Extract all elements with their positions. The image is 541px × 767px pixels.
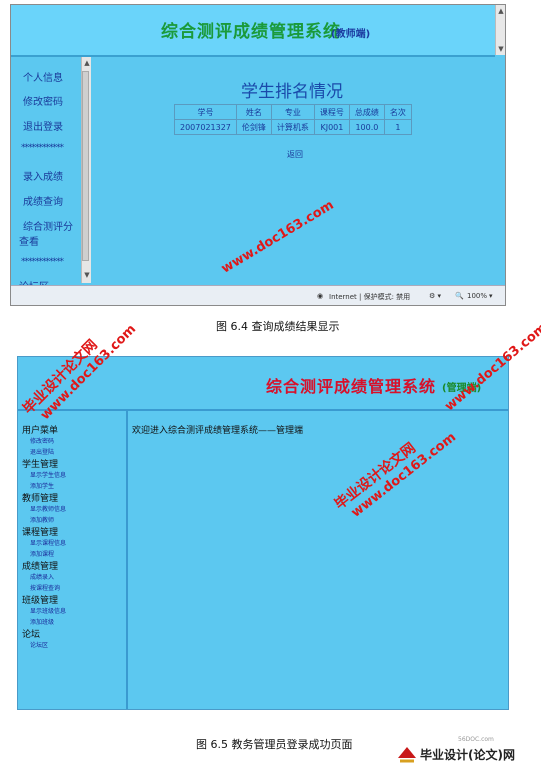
admin-home-screenshot: 综合测评成绩管理系统 (管理端) 用户菜单 修改密码 退出登陆 学生管理 显示学…	[17, 356, 509, 710]
chevron-down-icon[interactable]: ▾	[489, 292, 493, 300]
system-subtitle: (教师端)	[331, 29, 371, 40]
menu-show-classes[interactable]: 显示班级信息	[30, 606, 66, 615]
column-header: 专业	[270, 104, 315, 120]
nav-enter-grades[interactable]: 录入成绩	[23, 168, 63, 183]
table-cell: KJ001	[313, 119, 350, 135]
menu-show-students[interactable]: 显示学生信息	[30, 470, 66, 479]
menu-add-teacher[interactable]: 添加教师	[30, 515, 54, 524]
nav-logout[interactable]: 退出登录	[23, 118, 63, 133]
menu-query-by-course[interactable]: 按课程查询	[30, 583, 60, 592]
table-cell: 计算机系	[270, 119, 315, 135]
menu-change-password[interactable]: 修改密码	[30, 436, 54, 445]
teacher-query-screenshot: 综合测评成绩管理系统 (教师端) ▲ ▼ 个人信息 修改密码 退出登录 ****…	[10, 4, 506, 306]
browser-status-bar: ◉ Internet | 保护模式: 禁用 ⚙ ▾ 🔍 100% ▾	[11, 285, 505, 305]
scroll-up-icon[interactable]: ▲	[83, 59, 91, 67]
menu-add-course[interactable]: 添加课程	[30, 549, 54, 558]
nav-grade-query[interactable]: 成绩查询	[23, 193, 63, 208]
header-scrollbar[interactable]: ▲ ▼	[495, 5, 505, 55]
system-title: 综合测评成绩管理系统	[266, 377, 437, 396]
menu-teacher: 教师管理	[22, 494, 59, 504]
column-header: 名次	[383, 104, 412, 120]
menu-course: 课程管理	[22, 528, 59, 538]
ranking-table: 学号 姓名 专业 课程号 总成绩 名次 2007021327 伦剑锋 计算机系 …	[174, 104, 412, 135]
menu-logout[interactable]: 退出登陆	[30, 447, 54, 456]
menu-grade: 成绩管理	[22, 562, 59, 572]
menu-forum-area[interactable]: 论坛区	[30, 640, 48, 649]
globe-icon: ◉	[317, 292, 324, 300]
table-cell: 伦剑锋	[235, 119, 272, 135]
system-title: 综合测评成绩管理系统	[161, 22, 341, 42]
scroll-down-icon[interactable]: ▼	[497, 45, 505, 53]
column-header: 课程号	[313, 104, 350, 120]
security-zone[interactable]: Internet | 保护模式: 禁用	[329, 292, 410, 302]
figure-caption: 图 6.5 教务管理员登录成功页面	[196, 738, 353, 751]
nav-eval-score[interactable]: 综合测评分	[23, 218, 73, 233]
table-cell: 1	[383, 119, 412, 135]
logo-text: 毕业设计(论文)网	[420, 748, 515, 762]
scroll-up-icon[interactable]: ▲	[497, 7, 505, 15]
nav-personal-info[interactable]: 个人信息	[23, 69, 63, 84]
zoom-level[interactable]: 100%	[467, 292, 487, 300]
figure-caption: 图 6.4 查询成绩结果显示	[216, 320, 340, 333]
scroll-down-icon[interactable]: ▼	[83, 271, 91, 279]
column-header: 学号	[174, 104, 237, 120]
sidebar-nav: 个人信息 修改密码 退出登录 ************ 录入成绩 成绩查询 综合…	[11, 57, 85, 293]
site-logo: 56DOC.com 毕业设计(论文)网	[396, 736, 536, 766]
zoom-icon[interactable]: 🔍	[455, 292, 464, 300]
menu-add-student[interactable]: 添加学生	[30, 481, 54, 490]
menu-student: 学生管理	[22, 460, 59, 470]
table-cell: 100.0	[348, 119, 385, 135]
app-header: 综合测评成绩管理系统 (教师端)	[11, 5, 495, 57]
sidebar-nav: 用户菜单 修改密码 退出登陆 学生管理 显示学生信息 添加学生 教师管理 显示教…	[18, 411, 128, 709]
nav-change-password[interactable]: 修改密码	[23, 93, 63, 108]
menu-class: 班级管理	[22, 596, 59, 606]
table-header-row: 学号 姓名 专业 课程号 总成绩 名次	[174, 104, 412, 120]
column-header: 总成绩	[348, 104, 385, 120]
nav-divider: ************	[21, 143, 64, 153]
menu-forum: 论坛	[22, 630, 41, 640]
nav-eval-view[interactable]: 查看	[19, 233, 39, 248]
logo-icon	[398, 747, 416, 763]
scrollbar-thumb[interactable]	[82, 71, 89, 261]
page-title: 学生排名情况	[241, 82, 343, 102]
menu-add-class[interactable]: 添加班级	[30, 617, 54, 626]
welcome-message: 欢迎进入综合测评成绩管理系统——管理端	[132, 426, 304, 436]
back-link[interactable]: 返回	[287, 149, 303, 160]
column-header: 姓名	[235, 104, 272, 120]
table-cell: 2007021327	[174, 119, 237, 135]
menu-enter-grades[interactable]: 成绩录入	[30, 572, 54, 581]
menu-show-courses[interactable]: 显示课程信息	[30, 538, 66, 547]
nav-divider: ************	[21, 257, 64, 267]
menu-show-teachers[interactable]: 显示教师信息	[30, 504, 66, 513]
logo-site: 56DOC.com	[458, 736, 494, 743]
zoom-options-icon[interactable]: ⚙ ▾	[429, 292, 441, 300]
table-row: 2007021327 伦剑锋 计算机系 KJ001 100.0 1	[174, 119, 412, 135]
